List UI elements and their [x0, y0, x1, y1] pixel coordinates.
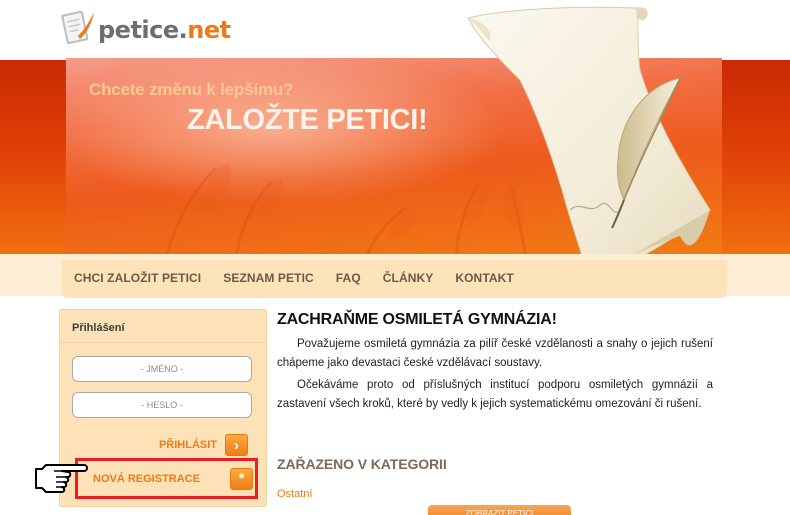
username-input[interactable]: [72, 356, 252, 382]
logo-text-part1: petice.: [98, 16, 188, 44]
nav-item-contact[interactable]: KONTAKT: [455, 271, 513, 285]
logo-icon: [58, 6, 96, 50]
main-nav: CHCI ZALOŽIT PETICI SEZNAM PETIC FAQ ČLÁ…: [62, 260, 727, 298]
hero-tagline: Chcete změnu k lepšímu?: [89, 80, 294, 99]
petition-paragraph-2: Očekáváme proto od příslušných institucí…: [277, 379, 713, 410]
logo-text-part2: net: [187, 16, 231, 44]
nav-item-faq[interactable]: FAQ: [336, 271, 361, 285]
pointing-hand-cursor-icon: [35, 464, 88, 493]
show-petition-button[interactable]: ZOBRAZIT PETICI: [428, 505, 571, 515]
asterisk-icon[interactable]: *: [229, 467, 253, 490]
quill-paper-illustration: [467, 6, 711, 281]
login-button[interactable]: PŘIHLÁSIT ›: [159, 434, 248, 456]
petition-content: ZACHRAŇME OSMILETÁ GYMNÁZIA! Považujeme …: [277, 311, 713, 515]
category-heading: ZAŘAZENO V KATEGORII: [277, 456, 447, 472]
login-divider: [60, 342, 266, 343]
logo-text: petice.net: [98, 16, 231, 44]
hero-title: ZALOŽTE PETICI!: [187, 104, 428, 136]
nav-item-petition-list[interactable]: SEZNAM PETIC: [223, 271, 314, 285]
category-link[interactable]: Ostatní: [277, 488, 312, 500]
banner-side-left: [0, 60, 66, 254]
login-panel-title: Přihlášení: [72, 322, 125, 334]
login-button-label: PŘIHLÁSIT: [158, 439, 217, 451]
password-input[interactable]: [72, 392, 252, 418]
petition-title: ZACHRAŇME OSMILETÁ GYMNÁZIA!: [277, 311, 557, 328]
petition-paragraph-1: Považujeme osmiletá gymnázia za pilíř če…: [277, 338, 713, 369]
nav-item-articles[interactable]: ČLÁNKY: [383, 271, 434, 285]
login-panel: Přihlášení PŘIHLÁSIT › NOVÁ REGISTRACE *: [59, 309, 267, 507]
register-button-label: NOVÁ REGISTRACE: [93, 472, 200, 485]
arrow-right-icon[interactable]: ›: [225, 434, 248, 456]
register-button[interactable]: NOVÁ REGISTRACE *: [75, 458, 258, 499]
nav-item-create-petition[interactable]: CHCI ZALOŽIT PETICI: [74, 271, 201, 285]
site-logo[interactable]: petice.net: [58, 6, 231, 50]
